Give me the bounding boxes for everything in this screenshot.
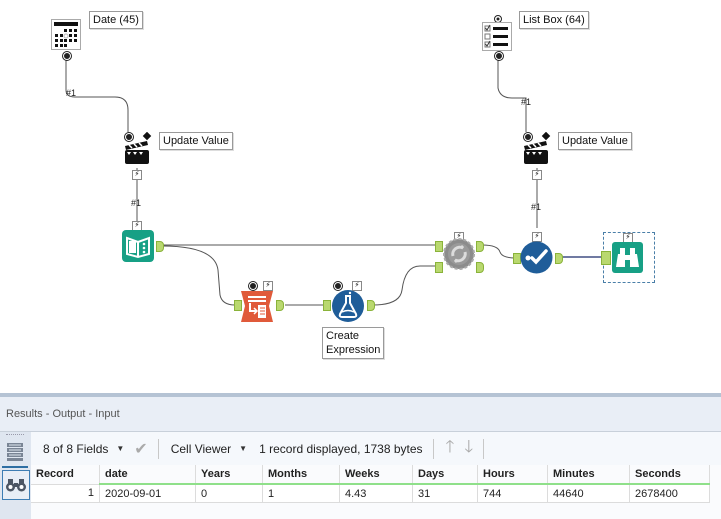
create-expression-annotation: Create Expression <box>322 327 384 359</box>
clapperboard-icon <box>125 131 152 164</box>
results-sidebar <box>0 432 31 519</box>
chevron-down-icon: ▼ <box>239 444 248 453</box>
results-grid: Record date Years Months Weeks Days Hour… <box>31 465 721 519</box>
browse-tool[interactable] <box>612 242 643 273</box>
input-data-tool[interactable] <box>122 230 154 262</box>
date-tool-annotation: Date (45) <box>89 11 143 29</box>
calendar-icon <box>51 19 81 50</box>
update-value-annotation-left: Update Value <box>159 132 233 150</box>
output-anchor[interactable] <box>156 241 164 252</box>
list-box-tool[interactable] <box>482 22 512 51</box>
fields-label: 8 of 8 Fields <box>43 441 109 456</box>
cell-minutes[interactable]: 44640 <box>547 484 630 503</box>
gear-cycle-icon <box>443 238 475 270</box>
wire-macro-to-check <box>481 244 517 259</box>
update-value-tool-right[interactable] <box>522 131 552 166</box>
check-circle-icon <box>520 241 553 274</box>
arrow-down-icon[interactable]: 🡓 <box>464 434 473 463</box>
wire-label: #1 <box>521 97 532 107</box>
column-header-months[interactable]: Months <box>262 465 340 485</box>
input-anchor-d[interactable] <box>435 241 443 252</box>
book-input-icon <box>122 230 154 262</box>
binoculars-icon <box>612 242 643 273</box>
lightning-icon: ⚡ <box>132 170 142 180</box>
lightning-icon: ⚡ <box>263 281 273 291</box>
output-anchor[interactable] <box>367 300 375 311</box>
column-header-record[interactable]: Record <box>31 465 100 485</box>
divider <box>483 438 485 459</box>
table-rows-icon <box>7 443 23 461</box>
select-records-tool[interactable] <box>520 241 553 274</box>
column-header-years[interactable]: Years <box>195 465 263 485</box>
annotation-line: Create <box>326 330 360 342</box>
wire-listbox-to-update <box>497 56 527 132</box>
divider <box>157 438 159 459</box>
macro-tool[interactable] <box>443 238 475 270</box>
chevron-down-icon: ▼ <box>116 444 125 453</box>
column-header-minutes[interactable]: Minutes <box>547 465 630 485</box>
column-header-date[interactable]: date <box>99 465 196 485</box>
output-anchor[interactable] <box>555 253 563 264</box>
results-table: Record date Years Months Weeks Days Hour… <box>31 465 710 503</box>
cell-viewer-dropdown[interactable]: Cell Viewer ▼ <box>171 442 247 456</box>
column-header-hours[interactable]: Hours <box>477 465 548 485</box>
wire-label: #1 <box>531 202 542 212</box>
grip-dots <box>6 434 24 435</box>
divider <box>432 438 434 459</box>
workflow-canvas[interactable]: Date (45) #1 Update Value ⚡ #1 ⚡ ⚡ ⚡ Cre… <box>0 0 721 393</box>
results-title: Results - Output - Input <box>0 397 721 432</box>
record-status: 1 record displayed, 1738 bytes <box>259 441 423 456</box>
lightning-icon: ⚡ <box>532 170 542 180</box>
arrow-up-icon[interactable]: 🡑 <box>446 434 455 463</box>
wire-input-to-formula <box>161 245 236 306</box>
cell-months[interactable]: 1 <box>262 484 340 503</box>
listbox-top-anchor <box>484 11 512 23</box>
formula-tool[interactable] <box>241 291 273 322</box>
cell-weeks[interactable]: 4.43 <box>339 484 413 503</box>
flask-icon <box>332 290 364 322</box>
annotation-line: Expression <box>326 344 381 356</box>
output-anchor[interactable] <box>276 300 284 311</box>
output-anchor-o[interactable] <box>476 241 484 252</box>
column-header-days[interactable]: Days <box>412 465 478 485</box>
cell-hours[interactable]: 744 <box>477 484 548 503</box>
clapperboard-icon <box>524 131 551 164</box>
checkmark-icon[interactable]: ✔ <box>134 439 147 459</box>
wire-expression-to-macro <box>372 265 440 306</box>
cell-record[interactable]: 1 <box>31 484 100 503</box>
date-tool[interactable] <box>51 19 81 50</box>
fields-dropdown[interactable]: 8 of 8 Fields ▼ <box>43 442 124 456</box>
binoculars-icon <box>6 479 26 492</box>
wire-label: #1 <box>66 88 77 98</box>
cell-date[interactable]: 2020-09-01 <box>99 484 196 503</box>
table-row[interactable]: 1 2020-09-01 0 1 4.43 31 744 44640 26784… <box>31 484 710 503</box>
cell-days[interactable]: 31 <box>412 484 478 503</box>
input-anchor-s[interactable] <box>435 262 443 273</box>
question-anchor[interactable] <box>249 282 257 290</box>
wire-label: #1 <box>131 198 142 208</box>
multi-row-formula-icon <box>241 291 273 322</box>
listbox-icon <box>482 22 512 51</box>
column-header-seconds[interactable]: Seconds <box>629 465 710 485</box>
update-value-annotation-right: Update Value <box>558 132 632 150</box>
question-anchor[interactable] <box>63 52 71 60</box>
question-anchor[interactable] <box>495 52 503 60</box>
create-expression-tool[interactable] <box>331 289 365 323</box>
cell-viewer-label: Cell Viewer <box>170 441 232 456</box>
data-view-button[interactable] <box>2 438 28 468</box>
output-anchor-s[interactable] <box>476 262 484 273</box>
list-box-annotation: List Box (64) <box>519 11 589 29</box>
update-value-tool-left[interactable] <box>123 131 153 166</box>
results-panel: Results - Output - Input 8 of 8 Fields ▼… <box>0 393 721 519</box>
input-anchor[interactable] <box>323 300 331 311</box>
input-anchor[interactable] <box>601 251 611 265</box>
cell-years[interactable]: 0 <box>195 484 263 503</box>
header-row: Record date Years Months Weeks Days Hour… <box>31 465 710 485</box>
results-toolbar: 8 of 8 Fields ▼ ✔ Cell Viewer ▼ 1 record… <box>31 432 721 465</box>
cell-seconds[interactable]: 2678400 <box>629 484 710 503</box>
column-header-weeks[interactable]: Weeks <box>339 465 413 485</box>
browse-view-button[interactable] <box>2 470 30 500</box>
